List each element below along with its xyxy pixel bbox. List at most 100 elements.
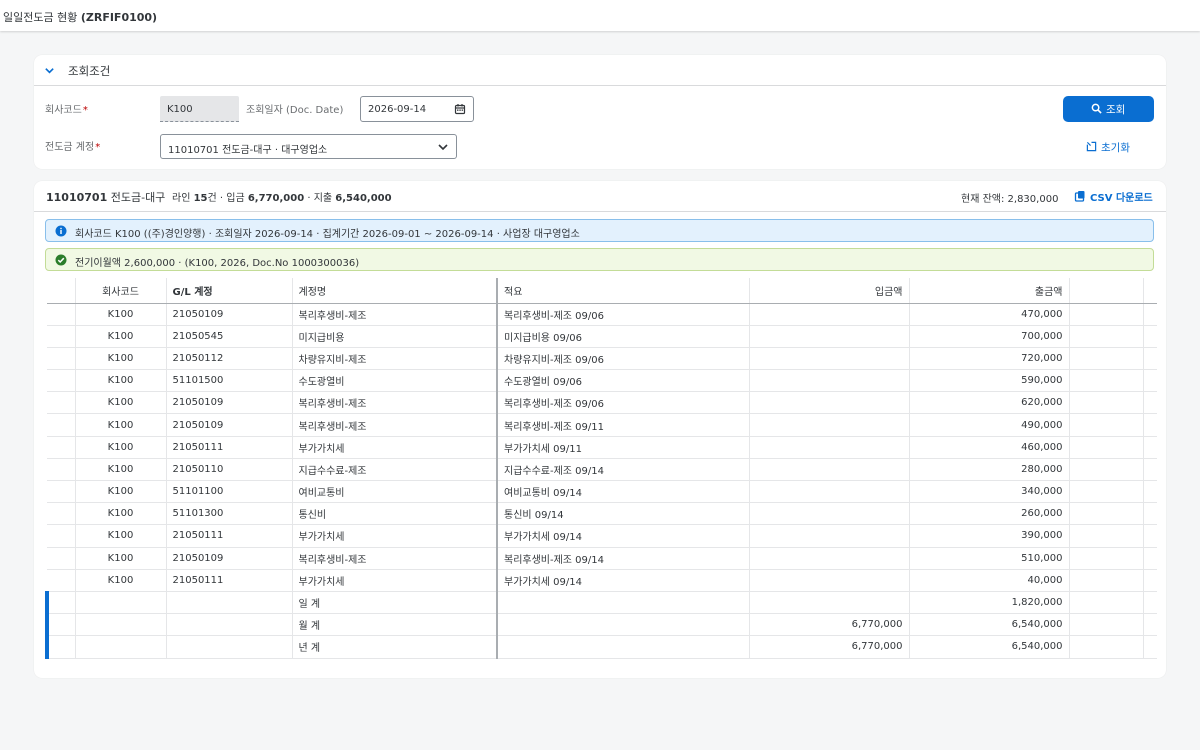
- table-row[interactable]: K100 21050111 부가가치세 부가가치세 09/14 390,000: [47, 524, 1157, 548]
- cell-memo: 차량유지비-제조 09/06: [497, 347, 750, 371]
- row-selector[interactable]: [47, 569, 76, 592]
- company-code-label: 회사코드*: [45, 105, 88, 116]
- column-header-deposit[interactable]: 입금액: [749, 278, 910, 304]
- cell-spare: [1069, 458, 1144, 482]
- cell-deposit: [749, 413, 910, 437]
- total-deposit: 6,770,000: [749, 635, 910, 659]
- total-deposit: 6,770,000: [749, 613, 910, 637]
- result-title: 11010701 전도금-대구 라인 15건 · 입금 6,770,000 · …: [46, 191, 392, 204]
- cell-pad: [1143, 635, 1157, 659]
- chevron-down-icon[interactable]: [437, 141, 449, 153]
- cell-spare: [1069, 502, 1144, 526]
- chevron-down-icon[interactable]: [44, 65, 55, 76]
- table-row[interactable]: K100 21050110 지급수수료-제조 지급수수료-제조 09/14 280,00…: [47, 458, 1157, 482]
- row-selector[interactable]: [47, 436, 76, 459]
- cell-gl: [166, 613, 293, 637]
- cell-withdrawal: 340,000: [909, 480, 1070, 504]
- row-selector[interactable]: [47, 458, 76, 482]
- cell-company: K100: [75, 369, 167, 393]
- cell-pad: [1143, 303, 1157, 326]
- cell-company: K100: [75, 391, 167, 415]
- cell-company: K100: [75, 347, 167, 371]
- table-row[interactable]: K100 21050111 부가가치세 부가가치세 09/14 40,000: [47, 569, 1157, 592]
- cell-pad: [1143, 436, 1157, 459]
- table-row[interactable]: K100 51101100 여비교통비 여비교통비 09/14 340,000: [47, 480, 1157, 504]
- cell-spare: [1069, 524, 1144, 548]
- cell-gl: 51101300: [166, 502, 293, 526]
- total-label: 년 계: [292, 635, 498, 659]
- row-selector[interactable]: [47, 480, 76, 504]
- row-selector[interactable]: [47, 347, 76, 371]
- cell-withdrawal: 460,000: [909, 436, 1070, 459]
- total-marker: [45, 635, 76, 659]
- cell-withdrawal: 260,000: [909, 502, 1070, 526]
- cell-spare: [1069, 480, 1144, 504]
- filter-header[interactable]: 조회조건: [34, 55, 1166, 86]
- cell-company: K100: [75, 413, 167, 437]
- cell-pad: [1143, 502, 1157, 526]
- current-balance: 현재 잔액: 2,830,000: [961, 194, 1059, 205]
- cell-pad: [1143, 547, 1157, 570]
- total-row: 년 계 6,770,000 6,540,000: [45, 635, 1157, 659]
- cell-company: [75, 591, 167, 615]
- cell-deposit: [749, 502, 910, 526]
- export-icon: [1074, 191, 1085, 202]
- cell-memo: [497, 613, 750, 637]
- row-selector[interactable]: [47, 524, 76, 548]
- column-header-spare: [1069, 278, 1144, 304]
- table-row[interactable]: K100 21050109 복리후생비-제조 복리후생비-제조 09/11 490,00…: [47, 413, 1157, 437]
- doc-date-label: 조회일자 (Doc. Date): [246, 105, 344, 116]
- row-selector[interactable]: [47, 303, 76, 326]
- table-row[interactable]: K100 51101500 수도광열비 수도광열비 09/06 590,000: [47, 369, 1157, 393]
- cell-deposit: [749, 347, 910, 371]
- table-row[interactable]: K100 21050109 복리후생비-제조 복리후생비-제조 09/14 510,00…: [47, 547, 1157, 570]
- doc-date-field[interactable]: 2026-09-14: [360, 96, 474, 122]
- row-selector[interactable]: [47, 413, 76, 437]
- column-header-pad: [1143, 278, 1157, 304]
- reset-button[interactable]: 초기화: [1084, 138, 1138, 156]
- cell-account-name: 부가가치세: [292, 436, 498, 459]
- cell-company: [75, 613, 167, 637]
- row-selector[interactable]: [47, 502, 76, 526]
- cell-memo: 복리후생비-제조 09/11: [497, 413, 750, 437]
- row-selector[interactable]: [47, 325, 76, 348]
- cell-pad: [1143, 325, 1157, 348]
- table-header-row: 회사코드 G/L 계정 계정명 적요 입금액 출금액: [47, 278, 1157, 304]
- calendar-icon[interactable]: [454, 103, 466, 115]
- column-header-gl[interactable]: G/L 계정: [166, 278, 293, 304]
- column-header-withdrawal[interactable]: 출금액: [909, 278, 1070, 304]
- cell-withdrawal: 280,000: [909, 458, 1070, 482]
- cell-gl: 21050112: [166, 347, 293, 371]
- column-header-memo[interactable]: 적요: [497, 278, 750, 304]
- cell-memo: 수도광열비 09/06: [497, 369, 750, 393]
- table-row[interactable]: K100 21050545 미지급비용 미지급비용 09/06 700,000: [47, 325, 1157, 348]
- row-selector[interactable]: [47, 369, 76, 393]
- csv-download-button[interactable]: CSV 다운로드: [1074, 189, 1153, 204]
- cell-gl: [166, 635, 293, 659]
- advance-account-select[interactable]: 11010701 전도금-대구 · 대구영업소: [160, 134, 457, 159]
- row-selector[interactable]: [47, 391, 76, 415]
- cell-account-name: 복리후생비-제조: [292, 391, 498, 415]
- cell-withdrawal: 510,000: [909, 547, 1070, 570]
- cell-account-name: 여비교통비: [292, 480, 498, 504]
- cell-withdrawal: 40,000: [909, 569, 1070, 592]
- row-selector[interactable]: [47, 547, 76, 570]
- search-button[interactable]: 조회: [1063, 96, 1154, 122]
- cell-gl: 51101100: [166, 480, 293, 504]
- cell-gl: [166, 591, 293, 615]
- cell-pad: [1143, 347, 1157, 371]
- cell-spare: [1069, 303, 1144, 326]
- cell-deposit: [749, 569, 910, 592]
- table-row[interactable]: K100 51101300 통신비 통신비 09/14 260,000: [47, 502, 1157, 526]
- cell-pad: [1143, 369, 1157, 393]
- table-row[interactable]: K100 21050109 복리후생비-제조 복리후생비-제조 09/06 620,00…: [47, 391, 1157, 415]
- column-header-company[interactable]: 회사코드: [75, 278, 167, 304]
- table-row[interactable]: K100 21050112 차량유지비-제조 차량유지비-제조 09/06 720,00…: [47, 347, 1157, 371]
- cell-gl: 21050111: [166, 524, 293, 548]
- cell-pad: [1143, 391, 1157, 415]
- cell-company: K100: [75, 303, 167, 326]
- column-header-account-name[interactable]: 계정명: [292, 278, 498, 304]
- table-row[interactable]: K100 21050109 복리후생비-제조 복리후생비-제조 09/06 470,00…: [47, 303, 1157, 326]
- table-row[interactable]: K100 21050111 부가가치세 부가가치세 09/11 460,000: [47, 436, 1157, 459]
- select-column-header[interactable]: [47, 278, 76, 304]
